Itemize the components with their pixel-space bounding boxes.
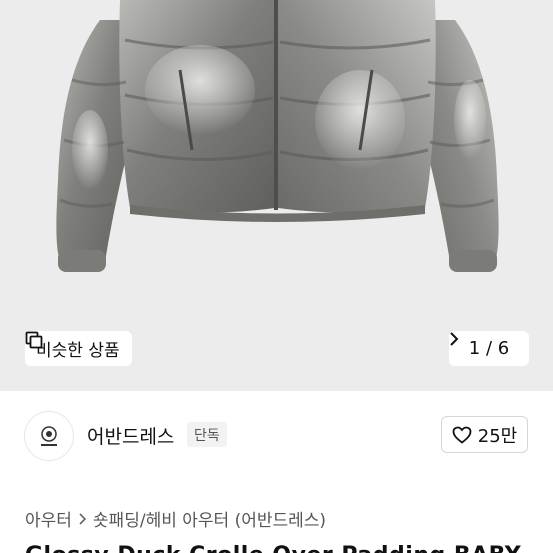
- shop-crest-icon: [41, 426, 57, 446]
- chevron-right-icon: [79, 512, 87, 525]
- image-counter-button[interactable]: 1 / 6: [449, 331, 529, 366]
- overlapping-squares-icon: [25, 331, 43, 349]
- product-title: Glossy Duck Crolle Over Padding BABY: [25, 543, 521, 553]
- breadcrumb-category[interactable]: 아우터: [25, 506, 72, 531]
- like-button[interactable]: 25만: [441, 416, 528, 453]
- exclusive-badge: 단독: [187, 422, 227, 447]
- like-count: 25만: [477, 425, 518, 447]
- similar-products-button[interactable]: 비슷한 상품: [25, 331, 132, 366]
- shop-logo[interactable]: [24, 411, 74, 461]
- shop-name[interactable]: 어반드레스: [87, 422, 174, 449]
- similar-products-label: 비슷한 상품: [36, 341, 120, 361]
- breadcrumb: 아우터 숏패딩/헤비 아우터 (어반드레스): [25, 506, 326, 531]
- chevron-right-icon: [450, 332, 459, 346]
- breadcrumb-subcategory[interactable]: 숏패딩/헤비 아우터 (어반드레스): [93, 506, 326, 531]
- heart-outline-icon: [452, 426, 472, 444]
- product-image-gallery[interactable]: 비슷한 상품 1 / 6: [0, 0, 553, 391]
- image-counter: 1 / 6: [468, 338, 510, 359]
- shop-info-row: 어반드레스 단독 25만: [0, 391, 553, 479]
